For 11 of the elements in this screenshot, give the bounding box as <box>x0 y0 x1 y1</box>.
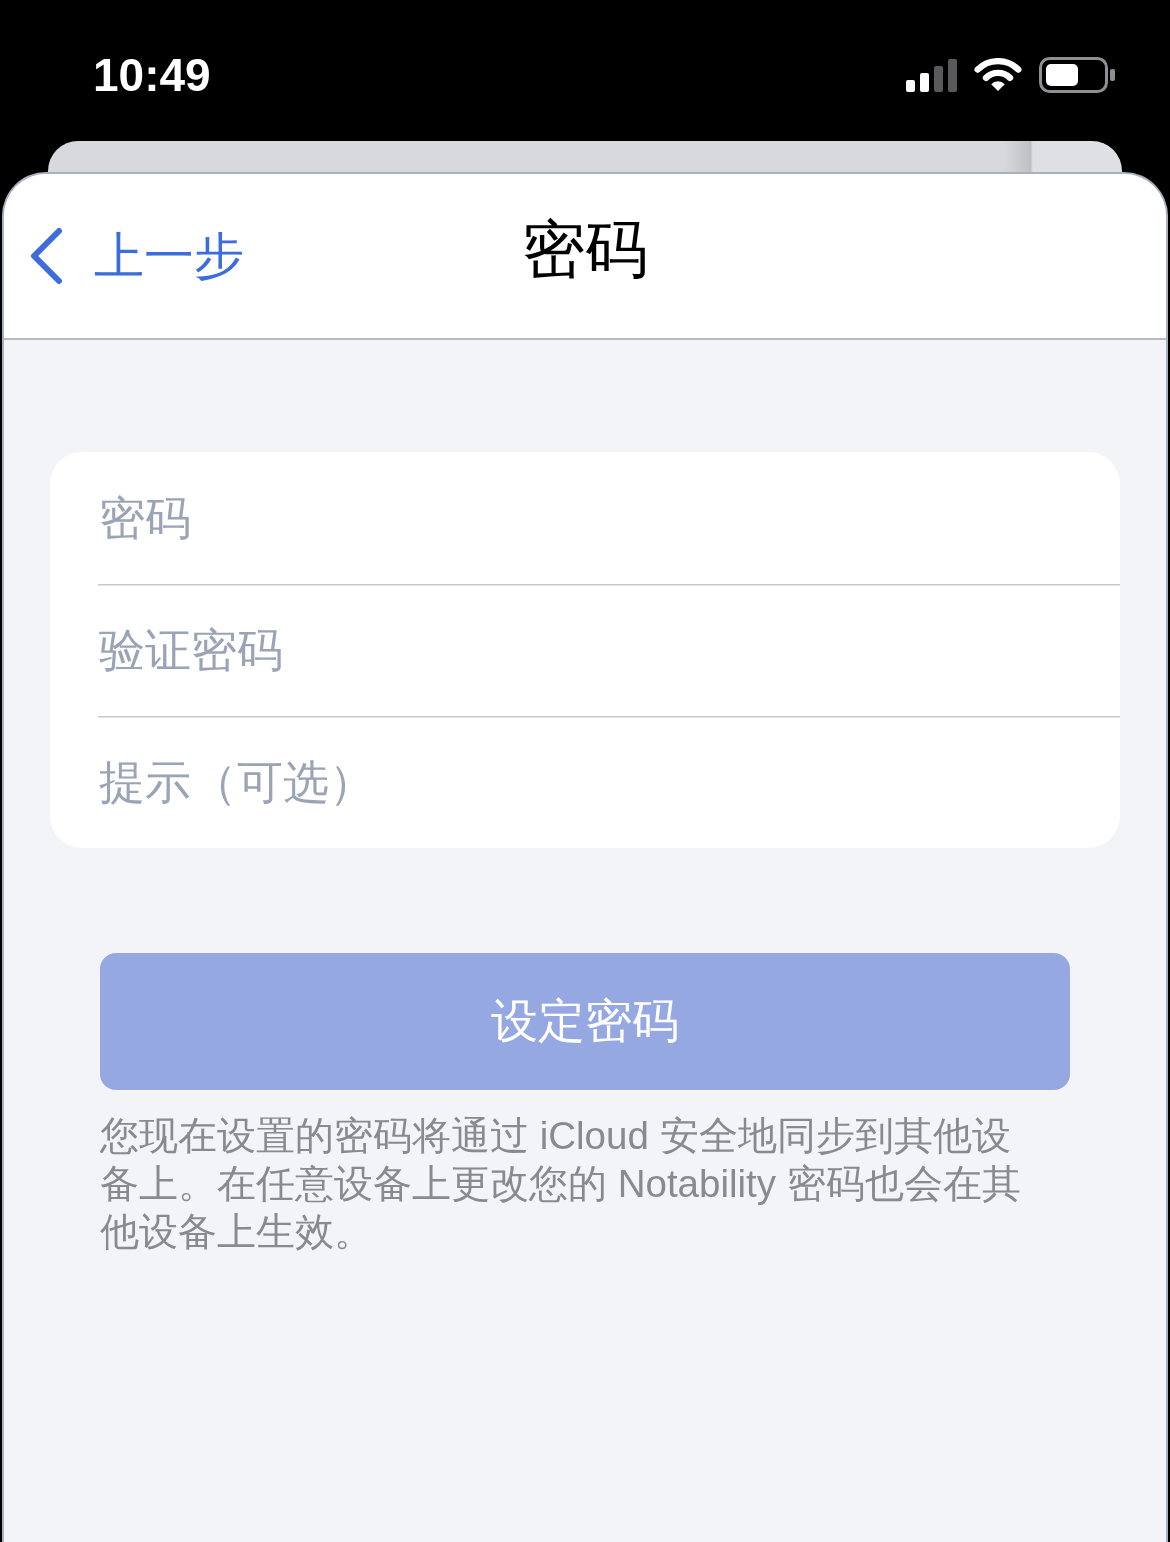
nav-title: 密码 <box>522 212 648 288</box>
wifi-icon <box>974 58 1022 92</box>
status-time: 10:49 <box>93 48 211 102</box>
password-field[interactable]: 密码 <box>50 452 1120 584</box>
chevron-left-icon <box>28 227 64 285</box>
confirm-password-field[interactable]: 验证密码 <box>50 584 1120 716</box>
back-button[interactable]: 上一步 <box>28 226 244 286</box>
hint-field[interactable]: 提示（可选） <box>50 716 1120 848</box>
battery-icon <box>1039 57 1115 93</box>
footnote-text: 您现在设置的密码将通过 iCloud 安全地同步到其他设备上。在任意设备上更改您的 Notability 密码也会在其他设备上生效。 <box>100 1113 1022 1255</box>
signal-icon <box>906 58 957 92</box>
